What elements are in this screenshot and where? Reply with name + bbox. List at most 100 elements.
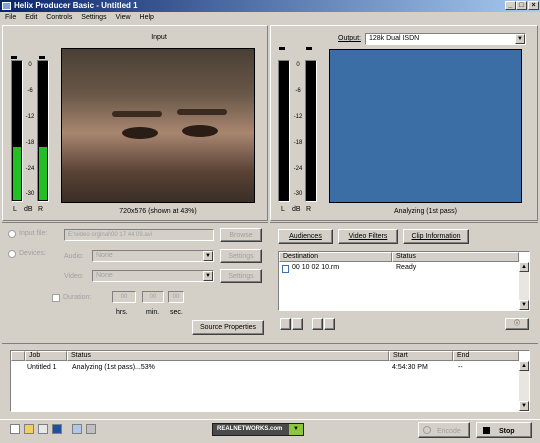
destination-list: Destination Status 00 10 02 10.rm Ready … (278, 251, 530, 311)
scroll-down-icon[interactable]: ▼ (519, 401, 529, 411)
close-button[interactable]: × (528, 1, 539, 10)
label-db: dB (24, 206, 33, 213)
menu-help[interactable]: Help (140, 14, 154, 21)
audio-select-value: None (96, 252, 113, 259)
job-name: Untitled 1 (27, 364, 57, 371)
open-file-icon[interactable] (38, 424, 48, 434)
output-label-db: dB (292, 206, 301, 213)
job-column-header[interactable]: Job (25, 351, 67, 361)
menu-file[interactable]: File (5, 14, 16, 21)
job-end: -- (458, 364, 463, 371)
job-status: Analyzing (1st pass)...53% (72, 364, 155, 371)
browse-button[interactable]: Browse (220, 228, 262, 242)
chevron-down-icon[interactable]: ▼ (515, 34, 525, 44)
audio-select[interactable]: None ▼ (92, 250, 214, 262)
video-settings-button[interactable]: Settings (220, 269, 262, 283)
audio-settings-button[interactable]: Settings (220, 249, 262, 263)
clip-information-button[interactable]: Clip Information (403, 229, 469, 244)
video-label: Video: (64, 273, 84, 280)
job-status-column-header[interactable]: Status (67, 351, 389, 361)
start-column-header[interactable]: Start (389, 351, 453, 361)
duration-checkbox[interactable] (52, 294, 60, 302)
duration-seconds[interactable]: 00 (168, 291, 184, 303)
chevron-down-icon[interactable]: ▼ (289, 424, 303, 435)
destination-column-header[interactable]: Destination (279, 252, 392, 262)
destination-name: 00 10 02 10.rm (292, 264, 340, 271)
minimize-button[interactable]: _ (505, 1, 516, 10)
destination-scrollbar[interactable]: ▲ ▼ (519, 262, 529, 310)
chevron-down-icon[interactable]: ▼ (203, 271, 213, 281)
output-status: Analyzing (1st pass) (393, 208, 458, 215)
menu-edit[interactable]: Edit (25, 14, 37, 21)
maximize-button[interactable]: □ (516, 1, 527, 10)
encode-button[interactable]: Encode (418, 422, 470, 438)
job-icon-column-header[interactable] (11, 351, 25, 361)
open-folder-icon[interactable] (24, 424, 34, 434)
window-title: Helix Producer Basic - Untitled 1 (14, 1, 138, 10)
duration-label: Duration: (63, 294, 92, 301)
new-job-icon[interactable] (10, 424, 20, 434)
left-peak-led (11, 56, 17, 59)
stop-button[interactable]: Stop (476, 422, 532, 438)
output-label-r: R (306, 206, 312, 213)
output-db-scale: 0 -6 -12 -18 -24 -30 (293, 62, 303, 197)
input-video-preview (61, 48, 255, 203)
jobs-list: Job Status Start End Untitled 1 Analyzin… (10, 350, 530, 412)
destination-row[interactable]: 00 10 02 10.rm Ready (280, 264, 518, 274)
output-right-peak-led (306, 47, 312, 50)
edit-destination-button[interactable] (312, 318, 323, 330)
scroll-up-icon[interactable]: ▲ (519, 262, 529, 272)
input-file-radio[interactable] (8, 230, 16, 238)
stop-label: Stop (499, 428, 515, 435)
jobs-scrollbar[interactable]: ▲ ▼ (519, 361, 529, 411)
menu-settings[interactable]: Settings (81, 14, 106, 21)
destination-status: Ready (396, 264, 417, 271)
app-icon (2, 2, 11, 10)
output-video-preview (329, 49, 522, 203)
menu-controls[interactable]: Controls (46, 14, 72, 21)
devices-label: Devices: (19, 250, 46, 257)
label-r: R (38, 206, 44, 213)
duration-minutes[interactable]: 00 (142, 291, 164, 303)
menu-view[interactable]: View (116, 14, 131, 21)
add-destination-button[interactable] (280, 318, 291, 330)
hrs-label: hrs. (116, 309, 128, 316)
output-right-meter (305, 60, 317, 202)
duration-hours[interactable]: 00 (112, 291, 136, 303)
label-l: L (13, 206, 17, 213)
status-column-header[interactable]: Status (392, 252, 519, 262)
video-filters-button[interactable]: Video Filters (338, 229, 398, 244)
output-label-l: L (281, 206, 285, 213)
source-properties-button[interactable]: Source Properties (192, 320, 264, 335)
info-icon: ⓘ (513, 321, 520, 327)
chevron-down-icon[interactable]: ▼ (203, 251, 213, 261)
tools-icon[interactable] (86, 424, 96, 434)
devices-radio[interactable] (8, 250, 16, 258)
video-select-value: None (96, 272, 113, 279)
output-select-value: 128k Dual ISDN (369, 35, 420, 42)
video-select[interactable]: None ▼ (92, 270, 214, 282)
encode-icon (423, 426, 431, 434)
stop-icon (483, 427, 490, 434)
right-audio-meter (37, 60, 49, 202)
output-select[interactable]: 128k Dual ISDN ▼ (365, 33, 526, 45)
encode-label: Encode (437, 428, 461, 435)
audiences-button[interactable]: Audiences (278, 229, 333, 244)
save-icon[interactable] (52, 424, 62, 434)
job-row[interactable]: Untitled 1 Analyzing (1st pass)...53% 4:… (12, 364, 518, 374)
sec-label: sec. (170, 309, 183, 316)
output-label: Output: (338, 35, 361, 42)
brand-text: REALNETWORKS.com (217, 426, 283, 432)
scroll-up-icon[interactable]: ▲ (519, 361, 529, 371)
realnetworks-link[interactable]: REALNETWORKS.com ▼ (212, 423, 304, 436)
min-label: min. (146, 309, 160, 316)
delete-destination-button[interactable] (324, 318, 335, 330)
end-column-header[interactable]: End (453, 351, 519, 361)
info-button[interactable]: ⓘ (505, 318, 529, 330)
file-icon (282, 265, 289, 273)
input-file-field[interactable]: E:\video orginal\00 17 44 09.avi (64, 229, 214, 241)
remove-destination-button[interactable] (292, 318, 303, 330)
audio-label: Audio: (64, 253, 84, 260)
scroll-down-icon[interactable]: ▼ (519, 300, 529, 310)
graph-icon[interactable] (72, 424, 82, 434)
